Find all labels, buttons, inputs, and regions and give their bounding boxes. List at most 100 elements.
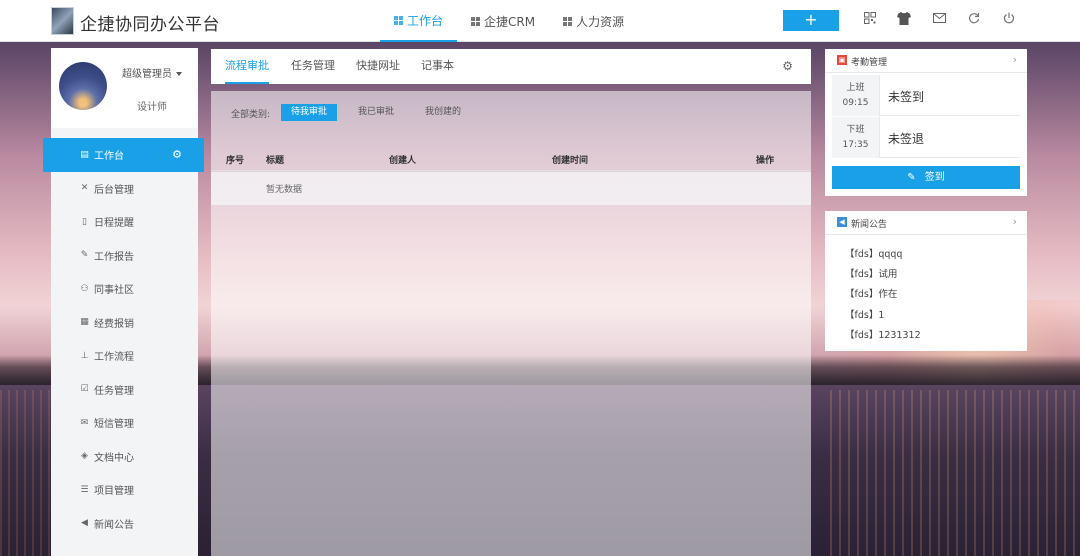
filter-approved[interactable]: 我已审批 (348, 104, 404, 121)
docs-icon: ◈ (81, 451, 88, 462)
grid-icon (563, 16, 573, 26)
filter-created[interactable]: 我创建的 (415, 104, 471, 121)
column-header: 操作 (756, 156, 775, 166)
sidebar-item-schedule[interactable]: ▯ 日程提醒 (51, 205, 198, 239)
shift-time: 09:15 (842, 98, 869, 108)
project-icon: ☰ (80, 484, 89, 495)
caret-down-icon (176, 72, 182, 76)
news-item[interactable]: 【fds】1 (845, 307, 884, 321)
attendance-icon: ▣ (837, 55, 847, 65)
card-header: ▣ 考勤管理 › (825, 49, 1027, 73)
sidebar-item-label: 同事社区 (94, 285, 134, 297)
megaphone-icon: ◀ (837, 217, 847, 227)
card-title: 新闻公告 (851, 220, 888, 230)
nav-hr[interactable]: 人力资源 (549, 0, 638, 42)
megaphone-icon: ◀ (81, 518, 88, 529)
mail-icon[interactable] (931, 12, 947, 28)
top-nav: 工作台 企捷CRM 人力资源 (380, 0, 638, 42)
attendance-label: 下班 17:35 (832, 117, 880, 158)
tab-shortcuts[interactable]: 快捷网址 (356, 49, 400, 84)
calendar-icon: ▯ (82, 216, 87, 227)
nav-workbench[interactable]: 工作台 (380, 0, 458, 42)
sidebar-item-label: 后台管理 (94, 184, 134, 196)
tab-approval[interactable]: 流程审批 (225, 49, 269, 84)
report-icon: ✎ (80, 250, 89, 261)
sidebar-item-report[interactable]: ✎ 工作报告 (51, 239, 198, 273)
sidebar-item-community[interactable]: ⚇ 同事社区 (51, 272, 198, 306)
grid-icon (471, 16, 481, 26)
community-icon: ⚇ (80, 283, 89, 294)
sidebar-item-workflow[interactable]: ⊥ 工作流程 (51, 339, 198, 373)
power-icon[interactable] (1001, 12, 1017, 28)
card-title: 考勤管理 (851, 58, 888, 68)
attendance-card: ▣ 考勤管理 › 上班 09:15 未签到 下班 17:35 未签退 ✎ 签到 (825, 49, 1027, 196)
table-row: 暂无数据 (211, 172, 811, 205)
qrcode-icon[interactable] (862, 12, 878, 28)
nav-label: 人力资源 (576, 14, 625, 29)
news-item[interactable]: 【fds】1231312 (845, 327, 921, 341)
column-header: 标题 (266, 156, 285, 166)
sidebar-item-label: 短信管理 (94, 419, 134, 431)
chevron-right-icon[interactable]: › (1013, 215, 1017, 228)
card-header: ◀ 新闻公告 › (825, 211, 1027, 235)
empty-state-text: 暂无数据 (266, 185, 303, 195)
sidebar-item-docs[interactable]: ◈ 文档中心 (51, 440, 198, 474)
sidebar-item-label: 日程提醒 (94, 218, 134, 230)
avatar[interactable] (59, 62, 107, 110)
news-item[interactable]: 【fds】试用 (845, 266, 897, 280)
sidebar-item-label: 文档中心 (94, 452, 134, 464)
sidebar-item-sms[interactable]: ✉ 短信管理 (51, 406, 198, 440)
sign-in-button[interactable]: ✎ 签到 (832, 166, 1020, 189)
sidebar-item-label: 新闻公告 (94, 519, 134, 531)
main-tabs: 流程审批 任务管理 快捷网址 记事本 ⚙ (211, 49, 811, 84)
briefcase-icon: ▤ (80, 149, 89, 160)
background-lights (830, 390, 1080, 556)
user-role: 设计师 (137, 102, 167, 113)
sidebar-item-task[interactable]: ☑ 任务管理 (51, 373, 198, 407)
filter-label: 全部类别: (231, 110, 271, 120)
shift-time: 17:35 (842, 140, 869, 150)
attendance-row: 上班 09:15 未签到 (832, 75, 1020, 116)
nav-label: 企捷CRM (484, 14, 536, 29)
attendance-status: 未签到 (888, 90, 925, 104)
flow-icon: ⊥ (80, 350, 89, 361)
filter-pending[interactable]: 待我审批 (281, 104, 338, 121)
shirt-icon[interactable] (896, 12, 912, 28)
chevron-right-icon[interactable]: › (1013, 53, 1017, 66)
gear-icon[interactable]: ⚙ (172, 148, 182, 161)
shift-name: 上班 (846, 83, 865, 93)
sidebar-item-expense[interactable]: ▦ 经费报销 (51, 306, 198, 340)
sms-icon: ✉ (80, 417, 89, 428)
refresh-icon[interactable] (966, 12, 982, 28)
tab-notepad[interactable]: 记事本 (421, 49, 454, 84)
sidebar-item-project[interactable]: ☰ 项目管理 (51, 473, 198, 507)
logo-image (51, 7, 74, 35)
sidebar: 超级管理员 设计师 ▤ 工作台 ⚙ ✕ 后台管理 ▯ 日程提醒 ✎ 工作报告 ⚇… (43, 48, 204, 556)
sidebar-item-admin[interactable]: ✕ 后台管理 (51, 172, 198, 206)
shift-name: 下班 (846, 125, 865, 135)
news-item[interactable]: 【fds】作在 (845, 286, 897, 300)
sidebar-item-workbench[interactable]: ▤ 工作台 ⚙ (43, 138, 204, 172)
edit-icon: ✎ (907, 172, 916, 183)
news-item[interactable]: 【fds】qqqq (845, 246, 902, 260)
nav-label: 工作台 (407, 13, 444, 28)
top-bar: 企捷协同办公平台 工作台 企捷CRM 人力资源 + (0, 0, 1080, 42)
user-menu[interactable]: 超级管理员 (122, 65, 182, 80)
tools-icon: ✕ (80, 183, 89, 194)
gear-icon[interactable]: ⚙ (782, 59, 793, 73)
approval-panel: 全部类别: 待我审批 我已审批 我创建的 序号 标题 创建人 创建时间 操作 暂… (211, 91, 811, 556)
app-title: 企捷协同办公平台 (80, 15, 220, 35)
sidebar-menu: ▤ 工作台 ⚙ ✕ 后台管理 ▯ 日程提醒 ✎ 工作报告 ⚇ 同事社区 ▦ 经费… (43, 138, 204, 541)
attendance-label: 上班 09:15 (832, 75, 880, 116)
tab-tasks[interactable]: 任务管理 (291, 49, 335, 84)
nav-crm[interactable]: 企捷CRM (457, 0, 549, 42)
column-header: 创建人 (389, 156, 417, 166)
sign-in-label: 签到 (924, 172, 945, 183)
sidebar-item-label: 经费报销 (94, 318, 134, 330)
news-card: ◀ 新闻公告 › 【fds】qqqq 【fds】试用 【fds】作在 【fds】… (825, 211, 1027, 351)
add-button[interactable]: + (783, 10, 839, 31)
sidebar-item-label: 任务管理 (94, 385, 134, 397)
sidebar-item-news[interactable]: ◀ 新闻公告 (51, 507, 198, 541)
column-header: 创建时间 (552, 156, 589, 166)
attendance-status: 未签退 (888, 132, 925, 146)
